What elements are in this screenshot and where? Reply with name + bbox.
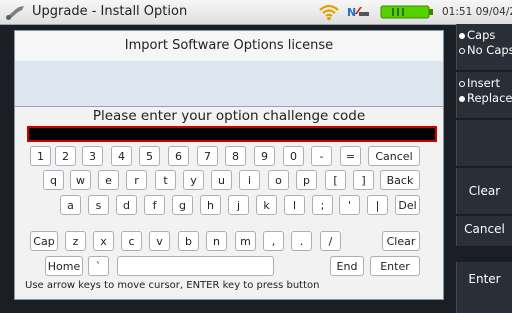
key-left-bracket[interactable]: [	[325, 170, 346, 190]
key-6[interactable]: 6	[168, 146, 189, 166]
key-v[interactable]: v	[149, 231, 170, 251]
key-y[interactable]: y	[183, 170, 204, 190]
key-backtick[interactable]: `	[88, 256, 109, 276]
key-8[interactable]: 8	[225, 146, 246, 166]
key-r[interactable]: r	[126, 170, 147, 190]
key-end[interactable]: End	[330, 256, 364, 276]
radio-selected-icon	[459, 32, 465, 39]
key-back[interactable]: Back	[380, 170, 420, 190]
key-comma[interactable]: ,	[263, 231, 284, 251]
key-g[interactable]: g	[172, 195, 193, 215]
key-j[interactable]: j	[228, 195, 249, 215]
insert-toggle[interactable]: Insert Replace	[456, 72, 512, 118]
key-period[interactable]: .	[291, 231, 312, 251]
prompt-label: Please enter your option challenge code	[92, 108, 366, 124]
insert-label: Insert	[467, 76, 500, 90]
key-m[interactable]: m	[235, 231, 256, 251]
key-b[interactable]: b	[178, 231, 199, 251]
replace-option[interactable]: Replace	[459, 91, 512, 105]
cancel-softkey[interactable]: Cancel	[456, 216, 512, 246]
key-minus[interactable]: -	[311, 146, 332, 166]
key-z[interactable]: z	[65, 231, 86, 251]
wifi-icon	[319, 4, 339, 21]
key-slash[interactable]: /	[320, 231, 341, 251]
key-q[interactable]: q	[43, 170, 64, 190]
clock: 01:51 09/04/2019	[442, 6, 512, 18]
key-home[interactable]: Home	[45, 256, 83, 276]
wrench-icon	[6, 6, 24, 20]
key-right-bracket[interactable]: ]	[353, 170, 374, 190]
license-dialog: Import Software Options license Please e…	[14, 30, 444, 300]
key-k[interactable]: k	[256, 195, 277, 215]
key-s[interactable]: s	[88, 195, 109, 215]
no-caps-option[interactable]: No Caps	[459, 43, 512, 57]
key-x[interactable]: x	[93, 231, 114, 251]
key-1[interactable]: 1	[30, 146, 51, 166]
challenge-code-input[interactable]	[27, 126, 437, 142]
key-t[interactable]: t	[155, 170, 176, 190]
banner-text: Import Software Options license	[124, 38, 334, 53]
key-l[interactable]: l	[284, 195, 305, 215]
key-n[interactable]: n	[206, 231, 227, 251]
key-del[interactable]: Del	[395, 195, 420, 215]
no-caps-label: No Caps	[467, 43, 512, 57]
key-semicolon[interactable]: ;	[312, 195, 333, 215]
key-i[interactable]: i	[239, 170, 260, 190]
key-w[interactable]: w	[70, 170, 91, 190]
key-o[interactable]: o	[268, 170, 289, 190]
key-3[interactable]: 3	[82, 146, 103, 166]
key-h[interactable]: h	[200, 195, 221, 215]
radio-selected-icon	[459, 95, 465, 102]
key-p[interactable]: p	[296, 170, 317, 190]
key-cancel[interactable]: Cancel	[368, 146, 420, 166]
key-a[interactable]: a	[60, 195, 81, 215]
clear-softkey[interactable]: Clear	[456, 168, 512, 214]
key-pipe[interactable]: |	[367, 195, 388, 215]
key-d[interactable]: d	[116, 195, 137, 215]
radio-unselected-icon	[459, 47, 465, 54]
key-equals[interactable]: =	[340, 146, 361, 166]
hint-text: Use arrow keys to move cursor, ENTER key…	[25, 280, 320, 291]
usb-icon: N	[347, 6, 369, 19]
key-apostrophe[interactable]: '	[339, 195, 360, 215]
dialog-banner: Import Software Options license	[15, 31, 443, 62]
window-title: Upgrade - Install Option	[32, 4, 188, 19]
blank-softkey[interactable]	[456, 120, 512, 166]
message-area	[15, 61, 443, 107]
key-space[interactable]	[117, 256, 274, 276]
key-f[interactable]: f	[144, 195, 165, 215]
key-4[interactable]: 4	[111, 146, 132, 166]
insert-option[interactable]: Insert	[459, 76, 500, 90]
clear-softkey-label: Clear	[468, 184, 501, 198]
caps-toggle[interactable]: Caps No Caps	[456, 24, 512, 70]
key-clear[interactable]: Clear	[382, 231, 420, 251]
replace-label: Replace	[467, 91, 512, 105]
key-u[interactable]: u	[211, 170, 232, 190]
title-bar: Upgrade - Install Option N 01:51 09/04/2…	[0, 0, 512, 25]
key-5[interactable]: 5	[139, 146, 160, 166]
cancel-softkey-label: Cancel	[464, 222, 505, 236]
key-e[interactable]: e	[98, 170, 119, 190]
key-cap[interactable]: Cap	[30, 231, 58, 251]
svg-text:N: N	[347, 6, 356, 19]
caps-label: Caps	[467, 28, 496, 42]
key-enter[interactable]: Enter	[370, 256, 420, 276]
radio-unselected-icon	[459, 80, 465, 87]
key-2[interactable]: 2	[55, 146, 76, 166]
enter-softkey[interactable]: Enter	[456, 262, 512, 313]
enter-softkey-label: Enter	[468, 272, 501, 286]
battery-icon	[380, 5, 433, 19]
key-7[interactable]: 7	[197, 146, 218, 166]
key-c[interactable]: c	[121, 231, 142, 251]
caps-option[interactable]: Caps	[459, 28, 495, 42]
key-9[interactable]: 9	[254, 146, 275, 166]
key-0[interactable]: 0	[283, 146, 304, 166]
